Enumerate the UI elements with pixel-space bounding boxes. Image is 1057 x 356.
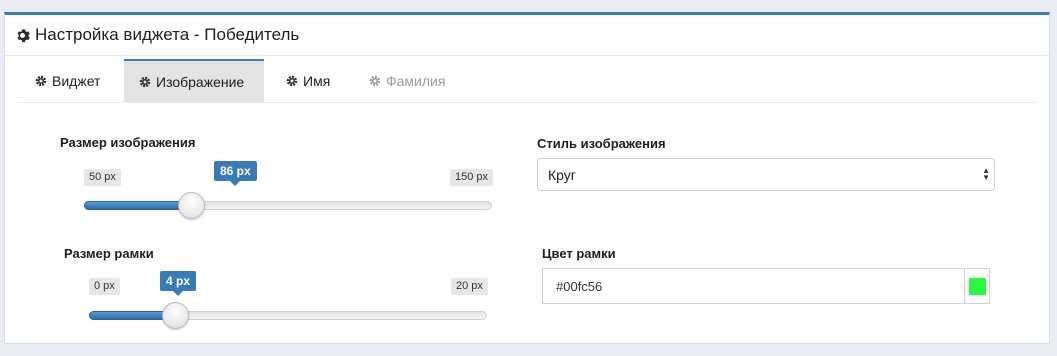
border-color-input[interactable]: #00fc56 xyxy=(542,268,990,304)
tab-image[interactable]: Изображение xyxy=(124,59,264,102)
tab-label: Изображение xyxy=(156,73,245,90)
border-size-min: 0 px xyxy=(89,278,120,295)
border-size-slider-handle[interactable] xyxy=(162,302,190,329)
select-arrows-icon: ▲ ▼ xyxy=(982,166,990,182)
image-size-fill xyxy=(84,201,192,210)
color-swatch xyxy=(968,277,986,295)
image-style-value: Круг xyxy=(548,166,576,183)
color-picker-button[interactable] xyxy=(964,269,989,303)
image-size-label: Размер изображения xyxy=(60,135,196,150)
tab-widget[interactable]: Виджет xyxy=(17,59,124,102)
border-size-max: 20 px xyxy=(451,278,488,295)
image-style-label: Стиль изображения xyxy=(537,136,666,151)
border-size-value-badge: 4 px xyxy=(160,271,197,296)
settings-tabs: Виджет Изображение Имя Фамилия xyxy=(17,59,1037,103)
image-size-value-badge: 86 px xyxy=(214,161,257,186)
gear-icon xyxy=(369,75,381,86)
border-size-label: Размер рамки xyxy=(64,246,154,261)
gear-icon xyxy=(139,76,151,87)
image-size-max: 150 px xyxy=(450,169,494,186)
tab-label: Имя xyxy=(303,72,331,89)
tab-surname: Фамилия xyxy=(347,59,457,102)
tab-label: Виджет xyxy=(52,72,101,89)
tab-label: Фамилия xyxy=(386,72,446,89)
gear-icon xyxy=(35,75,47,86)
gear-icon xyxy=(17,28,30,42)
image-size-slider-handle[interactable] xyxy=(178,192,205,219)
image-size-min: 50 px xyxy=(84,169,121,186)
panel-header: Настройка виджета - Победитель xyxy=(5,15,1049,56)
panel-title: Настройка виджета - Победитель xyxy=(35,25,300,44)
tab-name[interactable]: Имя xyxy=(264,59,347,102)
border-color-label: Цвет рамки xyxy=(542,246,616,261)
image-style-select[interactable]: Круг ▲ ▼ xyxy=(537,158,995,191)
gear-icon xyxy=(286,75,298,86)
border-color-value: #00fc56 xyxy=(556,278,603,294)
